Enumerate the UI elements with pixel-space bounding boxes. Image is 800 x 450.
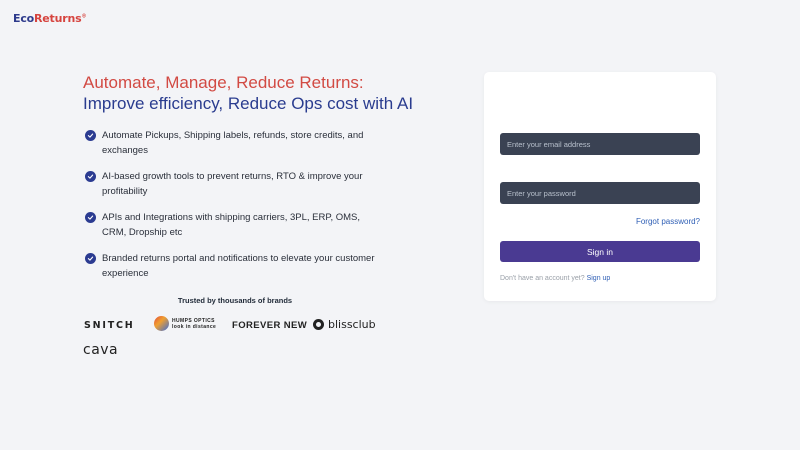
registered-mark: ®: [81, 13, 87, 20]
check-circle-icon: [85, 212, 96, 223]
hero-headline-secondary: Improve efficiency, Reduce Ops cost with…: [83, 94, 414, 113]
feature-text: Branded returns portal and notifications…: [102, 253, 375, 279]
forever-new-logo: FOREVER NEW: [232, 320, 308, 331]
humps-optics-logo: HUMPS OPTICS look in distance: [154, 316, 216, 331]
password-input[interactable]: [500, 182, 700, 204]
hero-headline-primary: Automate, Manage, Reduce Returns:: [83, 73, 364, 92]
blissclub-logo: blissclub: [313, 318, 376, 331]
email-input[interactable]: [500, 133, 700, 155]
snitch-logo: SNITCH: [84, 320, 135, 331]
sign-up-link[interactable]: Sign up: [587, 275, 611, 282]
check-circle-icon: [85, 130, 96, 141]
feature-item: Branded returns portal and notifications…: [85, 251, 385, 281]
sign-in-button[interactable]: Sign in: [500, 241, 700, 262]
humps-optics-tagline: look in distance: [172, 323, 217, 330]
cava-logo: cava: [83, 342, 119, 358]
no-account-text: Don't have an account yet?: [500, 275, 585, 282]
login-card: Forgot password? Sign in Don't have an a…: [484, 72, 716, 301]
eco-returns-logo[interactable]: EcoReturns®: [13, 12, 86, 25]
feature-text: Automate Pickups, Shipping labels, refun…: [102, 130, 364, 156]
check-circle-icon: [85, 253, 96, 264]
blissclub-wordmark: blissclub: [328, 318, 376, 331]
feature-item: APIs and Integrations with shipping carr…: [85, 210, 385, 240]
blissclub-emblem-icon: [313, 319, 324, 330]
feature-item: AI-based growth tools to prevent returns…: [85, 169, 385, 199]
humps-optics-emblem-icon: [154, 316, 169, 331]
feature-list: Automate Pickups, Shipping labels, refun…: [85, 128, 385, 292]
feature-text: AI-based growth tools to prevent returns…: [102, 171, 363, 197]
humps-optics-wordmark: HUMPS OPTICS look in distance: [172, 318, 216, 330]
signup-prompt: Don't have an account yet? Sign up: [500, 275, 610, 282]
forgot-password-link[interactable]: Forgot password?: [636, 217, 700, 226]
logo-part-eco: Eco: [13, 12, 34, 25]
feature-item: Automate Pickups, Shipping labels, refun…: [85, 128, 385, 158]
feature-text: APIs and Integrations with shipping carr…: [102, 212, 361, 238]
hero: Automate, Manage, Reduce Returns: Improv…: [83, 72, 443, 114]
check-circle-icon: [85, 171, 96, 182]
trusted-by-heading: Trusted by thousands of brands: [177, 296, 293, 305]
logo-part-returns: Returns: [34, 12, 82, 25]
